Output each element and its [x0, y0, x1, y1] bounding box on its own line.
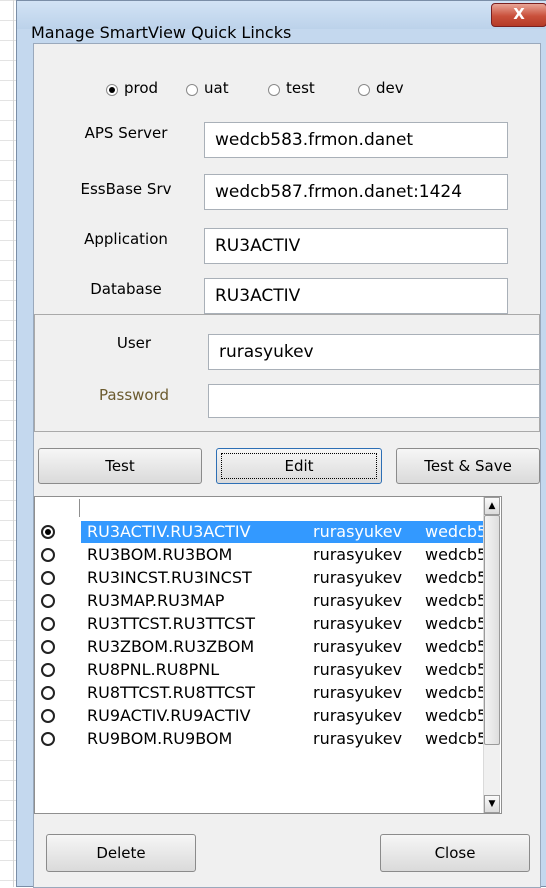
list-item[interactable]: RU3MAP.RU3MAP rurasyukev wedcb58 — [35, 590, 483, 612]
link-server: wedcb58 — [425, 545, 483, 564]
row-radio[interactable] — [41, 525, 55, 539]
row-radio[interactable] — [41, 571, 55, 585]
test-save-button[interactable]: Test & Save — [396, 448, 540, 484]
radio-dev-label[interactable]: dev — [376, 79, 404, 97]
list-item[interactable]: RU3TTCST.RU3TTCST rurasyukev wedcb58 — [35, 613, 483, 635]
link-user: rurasyukev — [313, 568, 403, 587]
radio-uat-label[interactable]: uat — [204, 79, 229, 97]
link-user: rurasyukev — [313, 637, 403, 656]
radio-test-label[interactable]: test — [286, 79, 315, 97]
list-scrollbar[interactable]: ▲ ▼ — [483, 497, 500, 813]
list-item[interactable]: RU8TTCST.RU8TTCST rurasyukev wedcb58 — [35, 682, 483, 704]
link-name: RU8TTCST.RU8TTCST — [87, 683, 256, 702]
user-label: User — [116, 334, 152, 352]
essbase-srv-label: EssBase Srv — [80, 180, 172, 198]
link-server: wedcb58 — [425, 706, 483, 725]
link-name: RU8PNL.RU8PNL — [87, 660, 220, 679]
list-column-divider — [79, 499, 80, 517]
database-label: Database — [90, 280, 162, 298]
delete-button[interactable]: Delete — [46, 834, 196, 872]
scroll-up-icon[interactable]: ▲ — [484, 497, 500, 515]
link-name: RU3ACTIV.RU3ACTIV — [87, 522, 251, 541]
link-server: wedcb58 — [425, 660, 483, 679]
link-name: RU3ZBOM.RU3ZBOM — [87, 637, 255, 656]
application-input[interactable]: RU3ACTIV — [204, 228, 508, 264]
user-input[interactable]: rurasyukev — [208, 334, 540, 370]
link-user: rurasyukev — [313, 706, 403, 725]
link-user: rurasyukev — [313, 660, 403, 679]
application-label: Application — [84, 230, 168, 248]
radio-uat[interactable] — [186, 84, 198, 96]
manage-quicklinks-dialog: Manage SmartView Quick Lincks X prod uat… — [16, 0, 546, 888]
database-input[interactable]: RU3ACTIV — [204, 278, 508, 314]
row-radio[interactable] — [41, 732, 55, 746]
quicklinks-list[interactable]: RU3ACTIV.RU3ACTIVrurasyukevwedcb58RU3BOM… — [34, 496, 502, 814]
link-user: rurasyukev — [313, 683, 403, 702]
row-radio[interactable] — [41, 548, 55, 562]
link-name: RU3INCST.RU3INCST — [87, 568, 252, 587]
scroll-thumb[interactable] — [484, 515, 500, 745]
password-label: Password — [98, 386, 170, 404]
row-radio[interactable] — [41, 594, 55, 608]
test-button[interactable]: Test — [38, 448, 202, 484]
window-close-button[interactable]: X — [491, 3, 546, 27]
link-server: wedcb58 — [425, 729, 483, 748]
aps-server-label: APS Server — [84, 124, 168, 142]
essbase-srv-input[interactable]: wedcb587.frmon.danet:1424 — [204, 174, 508, 210]
link-server: wedcb58 — [425, 591, 483, 610]
aps-server-input[interactable]: wedcb583.frmon.danet — [204, 122, 508, 158]
link-name: RU3TTCST.RU3TTCST — [87, 614, 256, 633]
link-server: wedcb58 — [425, 568, 483, 587]
link-user: rurasyukev — [313, 591, 403, 610]
list-item[interactable]: RU3ZBOM.RU3ZBOM rurasyukev wedcb58 — [35, 636, 483, 658]
row-radio[interactable] — [41, 640, 55, 654]
row-radio[interactable] — [41, 709, 55, 723]
link-server: wedcb58 — [425, 683, 483, 702]
link-name: RU3MAP.RU3MAP — [87, 591, 225, 610]
link-name: RU9ACTIV.RU9ACTIV — [87, 706, 251, 725]
link-user: rurasyukev — [313, 522, 403, 541]
list-item[interactable]: RU9ACTIV.RU9ACTIV rurasyukev wedcb58 — [35, 705, 483, 727]
list-item[interactable]: RU3BOM.RU3BOM rurasyukev wedcb58 — [35, 544, 483, 566]
link-user: rurasyukev — [313, 729, 403, 748]
dialog-client-area: prod uat test dev APS Server wedcb583.fr… — [33, 43, 541, 888]
list-item[interactable]: RU3ACTIV.RU3ACTIV rurasyukev wedcb58 — [35, 521, 483, 543]
radio-test[interactable] — [268, 84, 280, 96]
row-radio[interactable] — [41, 686, 55, 700]
dialog-title: Manage SmartView Quick Lincks — [31, 23, 292, 42]
link-server: wedcb58 — [425, 522, 483, 541]
row-radio[interactable] — [41, 617, 55, 631]
link-name: RU9BOM.RU9BOM — [87, 729, 233, 748]
link-server: wedcb58 — [425, 637, 483, 656]
radio-prod[interactable] — [106, 84, 118, 96]
link-user: rurasyukev — [313, 545, 403, 564]
row-radio[interactable] — [41, 663, 55, 677]
edit-button-label: Edit — [221, 453, 377, 479]
close-icon: X — [513, 5, 525, 23]
list-item[interactable]: RU8PNL.RU8PNL rurasyukev wedcb58 — [35, 659, 483, 681]
edit-button[interactable]: Edit — [216, 448, 382, 484]
close-button[interactable]: Close — [380, 834, 530, 872]
spreadsheet-column-line — [13, 0, 14, 887]
link-name: RU3BOM.RU3BOM — [87, 545, 233, 564]
scroll-down-icon[interactable]: ▼ — [484, 795, 500, 813]
radio-prod-label[interactable]: prod — [124, 79, 158, 97]
list-item[interactable]: RU9BOM.RU9BOM rurasyukev wedcb58 — [35, 728, 483, 750]
link-user: rurasyukev — [313, 614, 403, 633]
radio-dev[interactable] — [358, 84, 370, 96]
list-item[interactable]: RU3INCST.RU3INCST rurasyukev wedcb58 — [35, 567, 483, 589]
password-input[interactable] — [208, 384, 540, 418]
link-server: wedcb58 — [425, 614, 483, 633]
